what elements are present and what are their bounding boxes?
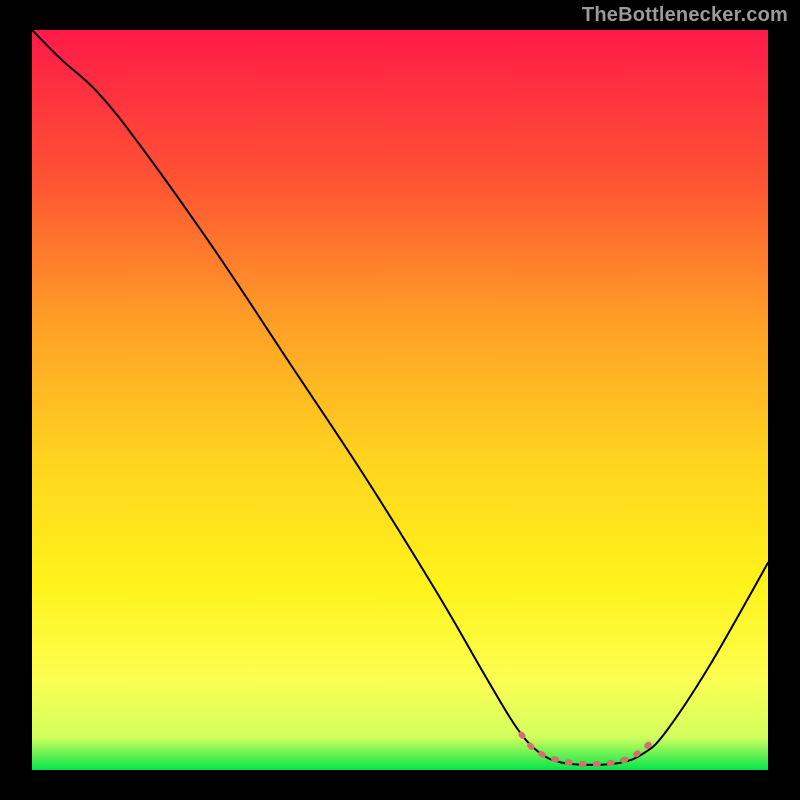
chart-frame: TheBottlenecker.com: [0, 0, 800, 800]
bottleneck-chart: [0, 0, 800, 800]
plot-background: [32, 30, 768, 770]
watermark-text: TheBottlenecker.com: [582, 4, 788, 27]
